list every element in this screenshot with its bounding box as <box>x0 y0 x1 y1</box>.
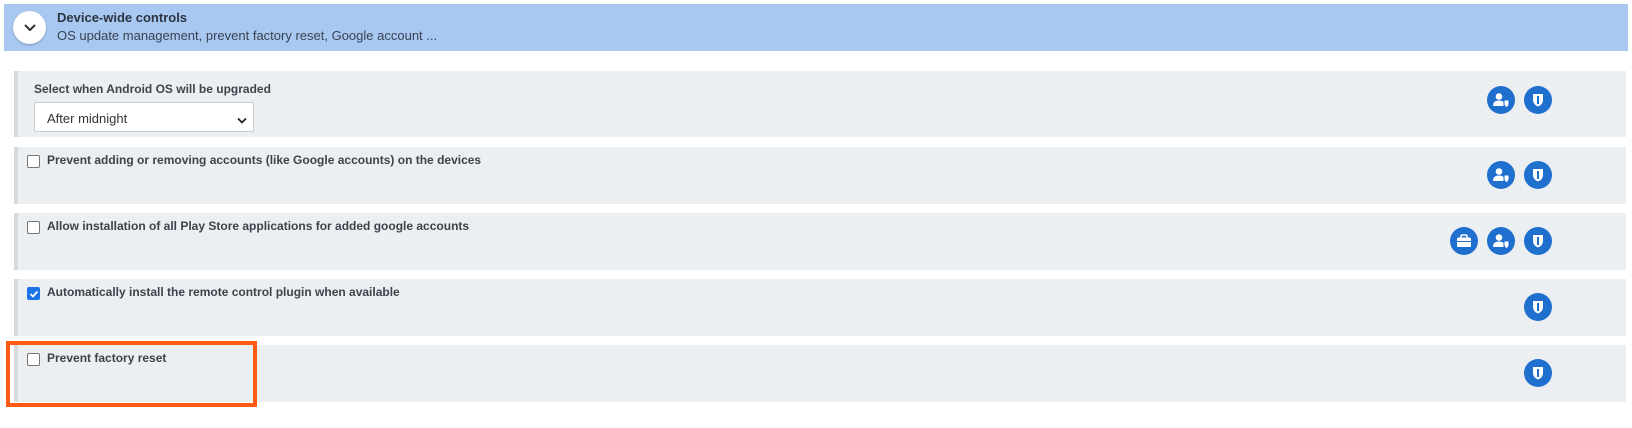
remote-control-checkbox[interactable] <box>27 287 40 300</box>
play-store-row: Allow installation of all Play Store app… <box>14 213 1626 270</box>
remote-control-row: Automatically install the remote control… <box>14 279 1626 336</box>
section-subtitle: OS update management, prevent factory re… <box>57 28 438 43</box>
play-store-checkbox[interactable] <box>27 221 40 234</box>
play-store-label: Allow installation of all Play Store app… <box>47 219 470 233</box>
prevent-accounts-label: Prevent adding or removing accounts (lik… <box>47 153 482 167</box>
prevent-accounts-row: Prevent adding or removing accounts (lik… <box>14 147 1626 204</box>
section-title: Device-wide controls <box>57 10 188 25</box>
collapse-toggle-button[interactable] <box>13 11 46 44</box>
section-header[interactable]: Device-wide controls OS update managemen… <box>4 4 1628 51</box>
user-shield-icon[interactable] <box>1487 227 1515 255</box>
user-shield-icon[interactable] <box>1487 86 1515 114</box>
os-upgrade-select[interactable]: After midnight <box>34 102 254 132</box>
shield-icon[interactable] <box>1524 359 1552 387</box>
user-shield-icon[interactable] <box>1487 161 1515 189</box>
shield-icon[interactable] <box>1524 161 1552 189</box>
os-upgrade-label: Select when Android OS will be upgraded <box>34 82 271 96</box>
os-upgrade-select-value: After midnight <box>47 111 128 126</box>
shield-icon[interactable] <box>1524 227 1552 255</box>
briefcase-icon[interactable] <box>1450 227 1478 255</box>
shield-icon[interactable] <box>1524 86 1552 114</box>
os-upgrade-row: Select when Android OS will be upgraded … <box>14 71 1626 137</box>
factory-reset-label: Prevent factory reset <box>47 351 167 365</box>
remote-control-label: Automatically install the remote control… <box>47 285 400 299</box>
factory-reset-checkbox[interactable] <box>27 353 40 366</box>
factory-reset-row: Prevent factory reset <box>14 345 1626 402</box>
prevent-accounts-checkbox[interactable] <box>27 155 40 168</box>
shield-icon[interactable] <box>1524 293 1552 321</box>
chevron-down-icon <box>24 19 36 37</box>
chevron-down-icon <box>237 112 247 127</box>
